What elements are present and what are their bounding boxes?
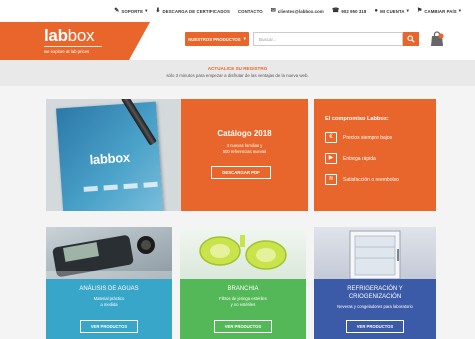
view-products-button[interactable]: VER PRODUCTOS [80, 320, 138, 333]
category-tile-refrigeration[interactable]: REFRIGERACIÓN Y CRIOGENIZACIÓN Neveras y… [314, 227, 436, 339]
country-label: CAMBIAR PAÍS [424, 8, 457, 14]
view-products-button[interactable]: VER PRODUCTOS [346, 320, 404, 333]
chevron-down-icon: ▾ [145, 8, 148, 13]
view-products-button[interactable]: VER PRODUCTOS [214, 320, 272, 333]
logo-lab: lab [44, 26, 68, 45]
email-label: clientes@labbox.com [277, 8, 324, 14]
catalog-subtitle-line2: 500 referencias nuevas [222, 149, 267, 155]
contacto-link[interactable]: CONTACTO [238, 9, 263, 14]
tile-subtitle-line2: y no estériles [230, 302, 256, 307]
download-pdf-button[interactable]: DESCARGAR PDF [211, 166, 271, 179]
logo-box: box [67, 26, 95, 45]
certificados-label: DESCARGA DE CERTIFICADOS [162, 8, 230, 14]
tile-subtitle: Neveras y congeladores para laboratorio [337, 304, 413, 309]
tile-title: REFRIGERACIÓN Y CRIOGENIZACIÓN [314, 285, 436, 301]
commitment-item-label: Precios siempre bajos [343, 134, 393, 141]
search-icon [407, 35, 415, 43]
syringe-filter-illustration [199, 235, 287, 270]
phone-link[interactable]: ☎ 902 950 318 [332, 8, 367, 14]
soporte-menu[interactable]: ✎ SOPORTE ▾ [114, 8, 147, 14]
commitment-item-label: Satisfacción o reembolso [343, 176, 399, 183]
phone-label: 902 950 318 [341, 8, 367, 14]
wrench-icon: ✎ [114, 8, 120, 14]
refrigeration-image [314, 227, 436, 280]
flag-icon: ⚑ [416, 8, 423, 14]
products-menu-button[interactable]: NUESTROS PRODUCTOS ▾ [185, 32, 249, 46]
catalog-image: labbox [46, 99, 181, 211]
contacto-label: CONTACTO [237, 8, 263, 14]
tile-subtitle: Material práctico a medida [46, 296, 172, 308]
tile-subtitle: Filtros de jeringa estériles y no estéri… [180, 296, 306, 308]
soporte-label: SOPORTE [121, 8, 144, 14]
account-menu[interactable]: ● MI CUENTA ▾ [374, 8, 408, 14]
category-tile-water[interactable]: ANÁLISIS DE AGUAS Material práctico a me… [46, 227, 172, 339]
money-icon: ≋ [325, 174, 337, 185]
truck-icon: ▶ [325, 153, 337, 164]
phone-icon: ☎ [331, 8, 340, 14]
commitment-title: El compromiso Labbox: [325, 116, 389, 122]
logo-tagline: we explore at lab prices [44, 49, 90, 54]
tile-title-line1: REFRIGERACIÓN Y [347, 286, 403, 292]
commitment-card: El compromiso Labbox: € Precios siempre … [314, 99, 436, 211]
main-content: labbox Catálogo 2018 3 nuevas familias y… [0, 86, 475, 339]
download-icon: ⬇ [155, 8, 161, 14]
catalog-book-brands [83, 181, 158, 192]
commitment-item-refund: ≋ Satisfacción o reembolso [325, 174, 399, 185]
catalog-book-logo: labbox [89, 149, 131, 168]
tile-subtitle-line2: a medida [100, 302, 118, 307]
commitment-item-delivery: ▶ Entrega rápida [325, 153, 376, 164]
site-header: labbox we explore at lab prices NUESTROS… [0, 22, 475, 60]
catalog-title: Catálogo 2018 [217, 129, 272, 138]
utility-bar: ✎ SOPORTE ▾ ⬇ DESCARGA DE CERTIFICADOS C… [0, 0, 475, 22]
products-button-label: NUESTROS PRODUCTOS [188, 36, 241, 42]
catalog-card: labbox Catálogo 2018 3 nuevas familias y… [46, 99, 308, 211]
water-meter-illustration [46, 235, 172, 279]
euro-icon: € [325, 132, 337, 143]
fridge-illustration [349, 230, 401, 280]
email-link[interactable]: ✉ clientes@labbox.com [271, 8, 324, 14]
search-button[interactable] [403, 32, 419, 46]
search-input[interactable]: Buscar... [253, 32, 403, 46]
country-menu[interactable]: ⚑ CAMBIAR PAÍS ▾ [417, 8, 461, 14]
account-label: MI CUENTA [380, 8, 405, 14]
logo-divider [44, 46, 102, 47]
labbox-logo[interactable]: labbox [44, 27, 94, 44]
tile-title: BRANCHIA [227, 286, 259, 292]
chevron-down-icon: ▾ [458, 8, 461, 13]
user-icon: ● [374, 8, 379, 14]
banner-subtitle: sólo 3 minutos para empezar a disfrutar … [166, 73, 309, 78]
tile-title: ANÁLISIS DE AGUAS [79, 286, 139, 292]
tile-title-line2: CRIOGENIZACIÓN [348, 294, 402, 300]
chevron-down-icon: ▾ [243, 36, 246, 41]
search-placeholder: Buscar... [259, 36, 277, 42]
water-analysis-image [46, 227, 172, 279]
category-tile-branchia[interactable]: BRANCHIA Filtros de jeringa estériles y … [180, 227, 306, 339]
chevron-down-icon: ▾ [406, 8, 409, 13]
certificados-link[interactable]: ⬇ DESCARGA DE CERTIFICADOS [155, 8, 230, 14]
catalog-book-illustration: labbox [56, 101, 164, 211]
branchia-image [180, 227, 306, 279]
commitment-item-label: Entrega rápida [343, 155, 376, 162]
envelope-icon: ✉ [270, 8, 276, 14]
cart-button[interactable] [430, 31, 444, 47]
banner-title: ACTUALICE SU REGISTRO [207, 66, 268, 71]
registration-banner[interactable]: ACTUALICE SU REGISTRO sólo 3 minutos par… [0, 60, 475, 86]
shopping-bag-icon [431, 31, 444, 46]
catalog-subtitle: 3 nuevas familias y 500 referencias nuev… [181, 143, 308, 155]
commitment-item-prices: € Precios siempre bajos [325, 132, 392, 143]
